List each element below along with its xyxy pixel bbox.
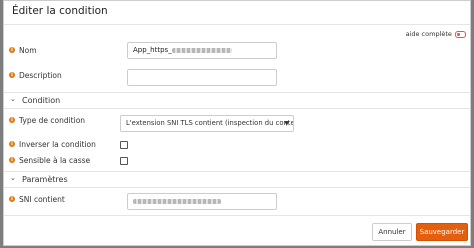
dialog-footer: Annuler Sauvegarder <box>4 215 470 247</box>
info-icon[interactable]: i <box>9 141 15 147</box>
section-parametres-header[interactable]: ⌄ Paramètres <box>4 171 470 188</box>
condition-type-value: L'extension SNI TLS contient (inspection… <box>126 119 294 127</box>
chevron-down-icon: ⌄ <box>10 95 16 103</box>
type-label: Type de condition <box>19 116 86 125</box>
dialog-title: Éditer la condition <box>12 5 108 17</box>
caret-down-icon: ▼ <box>284 120 289 127</box>
sni-label: SNI contient <box>19 195 65 204</box>
nom-input-value: App_https_ <box>133 46 172 54</box>
field-row-nom: i Nom App_https_ <box>4 41 470 61</box>
info-icon[interactable]: i <box>9 72 15 78</box>
info-icon[interactable]: i <box>9 196 15 202</box>
info-icon[interactable]: i <box>9 117 15 123</box>
full-help-toggle[interactable]: aide complète <box>406 30 466 38</box>
section-condition-title: Condition <box>22 96 61 105</box>
redacted-text <box>171 47 232 53</box>
nom-label: Nom <box>19 46 37 55</box>
redacted-text <box>133 198 221 204</box>
section-parametres-title: Paramètres <box>22 175 68 184</box>
sni-input[interactable] <box>127 193 277 210</box>
cancel-button[interactable]: Annuler <box>372 223 412 241</box>
field-row-casse: i Sensible à la casse <box>4 154 470 168</box>
full-help-label: aide complète <box>405 30 452 38</box>
field-row-type: i Type de condition L'extension SNI TLS … <box>4 112 470 134</box>
field-row-sni: i SNI contient <box>4 191 470 211</box>
inverser-checkbox[interactable] <box>120 141 128 149</box>
description-label: Description <box>19 71 62 80</box>
field-row-inverser: i Inverser la condition <box>4 138 470 152</box>
info-icon[interactable]: i <box>9 47 15 53</box>
field-row-description: i Description <box>4 67 470 87</box>
casse-checkbox[interactable] <box>120 157 128 165</box>
nom-input[interactable]: App_https_ <box>127 42 277 59</box>
dialog-header: Éditer la condition <box>4 1 470 25</box>
inverser-label: Inverser la condition <box>19 140 96 149</box>
edit-condition-dialog: Éditer la condition aide complète i Nom … <box>3 0 471 246</box>
description-input[interactable] <box>127 69 277 86</box>
toggle-off-icon[interactable] <box>455 30 466 38</box>
info-icon[interactable]: i <box>9 157 15 163</box>
chevron-down-icon: ⌄ <box>10 174 16 182</box>
condition-type-select[interactable]: L'extension SNI TLS contient (inspection… <box>120 115 294 132</box>
save-button[interactable]: Sauvegarder <box>416 223 468 241</box>
section-condition-header[interactable]: ⌄ Condition <box>4 92 470 109</box>
casse-label: Sensible à la casse <box>19 156 91 165</box>
